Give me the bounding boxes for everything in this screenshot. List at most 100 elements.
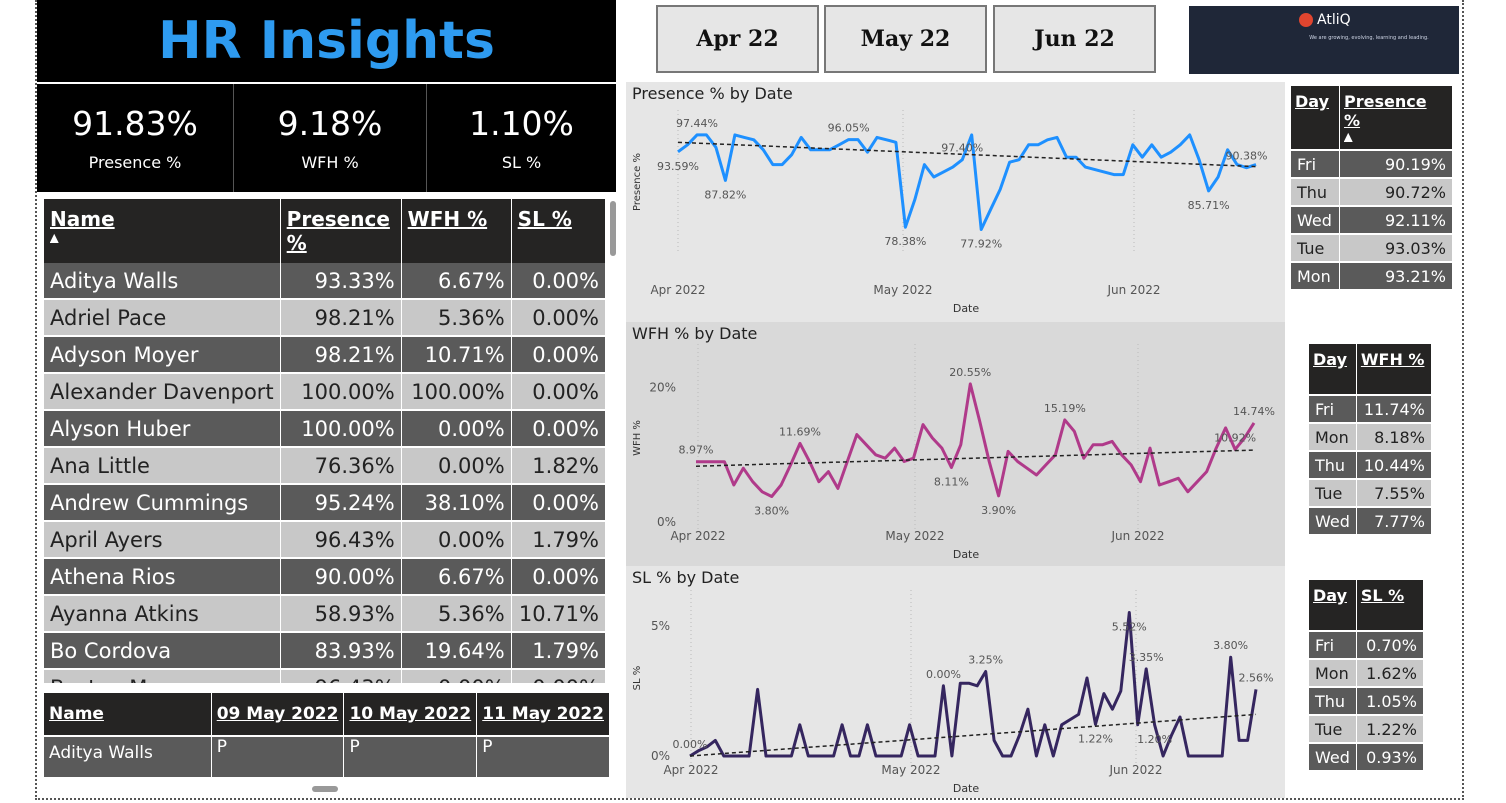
x-tick-label: May 2022 xyxy=(885,529,944,543)
presence-chart-title: Presence % by Date xyxy=(632,84,793,103)
col-header-name[interactable]: Name ▲ xyxy=(44,199,281,263)
logo-brand: AtliQ xyxy=(1317,12,1351,28)
table-row[interactable]: Bo Cordova 83.93% 19.64% 1.79% xyxy=(44,632,606,670)
presence-cell: 98.21% xyxy=(280,299,402,337)
att-header-name[interactable]: Name xyxy=(44,693,212,736)
attendance-table-scrollbar[interactable] xyxy=(312,786,338,792)
day-cell: Tue xyxy=(1309,478,1357,507)
table-row[interactable]: Tue 93.03% xyxy=(1291,233,1453,262)
table-row[interactable]: Boston Morse96.43%0.00%0.00% xyxy=(44,669,606,683)
sl-cell: 10.71% xyxy=(511,595,606,633)
y-tick-label: 20% xyxy=(649,381,676,395)
col-header-wfh[interactable]: WFH % xyxy=(401,199,512,263)
day-cell: Wed xyxy=(1291,205,1340,234)
table-row[interactable]: Thu 90.72% xyxy=(1291,177,1453,206)
value-cell: 11.74% xyxy=(1356,394,1432,423)
presence-header[interactable]: Presence % ▲ xyxy=(1339,86,1453,150)
att-cell-name: Aditya Walls xyxy=(44,735,212,777)
wfh-cell: 0.00% xyxy=(401,410,512,448)
x-tick-label: Jun 2022 xyxy=(1106,283,1160,297)
x-tick-label: Apr 2022 xyxy=(670,529,725,543)
att-cell: P xyxy=(211,735,345,777)
att-header-date-2[interactable]: 10 May 2022 xyxy=(343,693,478,736)
presence-header-label: Presence % xyxy=(1344,92,1427,130)
data-label: 2.56% xyxy=(1239,671,1274,684)
table-row[interactable]: Andrew Cummings 95.24% 38.10% 0.00% xyxy=(44,484,606,522)
table-row[interactable]: Aditya Walls 93.33% 6.67% 0.00% xyxy=(44,263,606,300)
x-tick-label: Apr 2022 xyxy=(663,763,718,777)
col-header-name-label: Name xyxy=(50,207,115,231)
kpi-presence-value: 91.83% xyxy=(72,104,198,143)
wfh-cell: 0.00% xyxy=(401,447,512,485)
y-axis-title: SL % xyxy=(632,666,643,691)
x-axis-title: Date xyxy=(953,302,980,315)
day-header[interactable]: Day xyxy=(1309,580,1357,631)
attendance-table: Name 09 May 2022 10 May 2022 11 May 2022… xyxy=(44,693,610,777)
data-label: 14.74% xyxy=(1233,405,1275,418)
att-header-date-1[interactable]: 09 May 2022 xyxy=(211,693,345,736)
y-axis-title: Presence % xyxy=(632,153,643,211)
value-cell: 1.62% xyxy=(1356,658,1424,687)
logo-tagline: We are growing, evolving, learning and l… xyxy=(1309,35,1429,41)
table-row[interactable]: Wed 0.93% xyxy=(1309,742,1424,770)
kpi-wfh-card: 9.18% WFH % xyxy=(233,84,426,192)
table-row[interactable]: Alexander Davenport 100.00% 100.00% 0.00% xyxy=(44,373,606,411)
name-cell: Aditya Walls xyxy=(44,263,281,300)
month-button-apr[interactable]: Apr 22 xyxy=(656,5,819,73)
atliq-logo-icon xyxy=(1299,13,1313,27)
data-label: 96.05% xyxy=(828,122,870,135)
data-label: 8.97% xyxy=(679,444,714,457)
table-row[interactable]: Thu 1.05% xyxy=(1309,686,1424,715)
day-header[interactable]: Day xyxy=(1309,344,1357,395)
table-row[interactable]: Tue 7.55% xyxy=(1309,478,1432,507)
sl-header[interactable]: SL % xyxy=(1356,580,1424,631)
table-row[interactable]: Wed 7.77% xyxy=(1309,506,1432,534)
table-row[interactable]: Thu 10.44% xyxy=(1309,450,1432,479)
sl-cell: 1.82% xyxy=(511,447,606,485)
name-cell: Andrew Cummings xyxy=(44,484,281,522)
att-header-date-3[interactable]: 11 May 2022 xyxy=(476,693,610,736)
table-row[interactable]: Wed 92.11% xyxy=(1291,205,1453,234)
presence-cell: 96.43% xyxy=(280,669,402,683)
presence-chart-panel: Presence % by Date Apr 2022 May 2022 Jun 2… xyxy=(626,82,1285,322)
day-cell: Mon xyxy=(1309,658,1357,687)
data-label: 77.92% xyxy=(960,238,1002,251)
y-tick-label: 0% xyxy=(657,515,676,529)
table-row[interactable]: Mon 1.62% xyxy=(1309,658,1424,687)
table-row[interactable]: Athena Rios 90.00% 6.67% 0.00% xyxy=(44,558,606,596)
table-row[interactable]: April Ayers 96.43% 0.00% 1.79% xyxy=(44,521,606,559)
data-label: 0.00% xyxy=(673,738,708,751)
col-header-sl[interactable]: SL % xyxy=(511,199,606,263)
sl-cell: 0.00% xyxy=(511,558,606,596)
col-header-presence[interactable]: Presence % xyxy=(280,199,402,263)
table-row[interactable]: Alyson Huber 100.00% 0.00% 0.00% xyxy=(44,410,606,448)
data-label: 93.59% xyxy=(657,160,699,173)
day-cell: Fri xyxy=(1291,149,1340,178)
presence-cell: 90.00% xyxy=(280,558,402,596)
table-row[interactable]: Fri 90.19% xyxy=(1291,149,1453,178)
table-row[interactable]: Tue 1.22% xyxy=(1309,714,1424,743)
wfh-header[interactable]: WFH % xyxy=(1356,344,1432,395)
table-row[interactable]: Mon 93.21% xyxy=(1291,261,1453,289)
table-row[interactable]: Fri 11.74% xyxy=(1309,394,1432,423)
employee-table-scrollbar[interactable] xyxy=(610,201,616,256)
name-cell: Alexander Davenport xyxy=(44,373,281,411)
table-row[interactable]: Mon 8.18% xyxy=(1309,422,1432,451)
table-row[interactable]: Fri 0.70% xyxy=(1309,630,1424,659)
day-header[interactable]: Day xyxy=(1291,86,1340,150)
presence-cell: 76.36% xyxy=(280,447,402,485)
wfh-cell: 10.71% xyxy=(401,336,512,374)
month-button-may[interactable]: May 22 xyxy=(824,5,987,73)
table-row[interactable]: Adriel Pace 98.21% 5.36% 0.00% xyxy=(44,299,606,337)
kpi-presence-label: Presence % xyxy=(88,153,182,172)
data-label: 0.00% xyxy=(926,668,961,681)
table-row[interactable]: Ana Little 76.36% 0.00% 1.82% xyxy=(44,447,606,485)
data-label: 87.82% xyxy=(704,188,746,201)
wfh-cell: 100.00% xyxy=(401,373,512,411)
name-cell: Bo Cordova xyxy=(44,632,281,670)
table-row[interactable]: Ayanna Atkins 58.93% 5.36% 10.71% xyxy=(44,595,606,633)
data-label: 85.71% xyxy=(1188,199,1230,212)
value-cell: 0.70% xyxy=(1356,630,1424,659)
month-button-jun[interactable]: Jun 22 xyxy=(993,5,1156,73)
table-row[interactable]: Adyson Moyer 98.21% 10.71% 0.00% xyxy=(44,336,606,374)
